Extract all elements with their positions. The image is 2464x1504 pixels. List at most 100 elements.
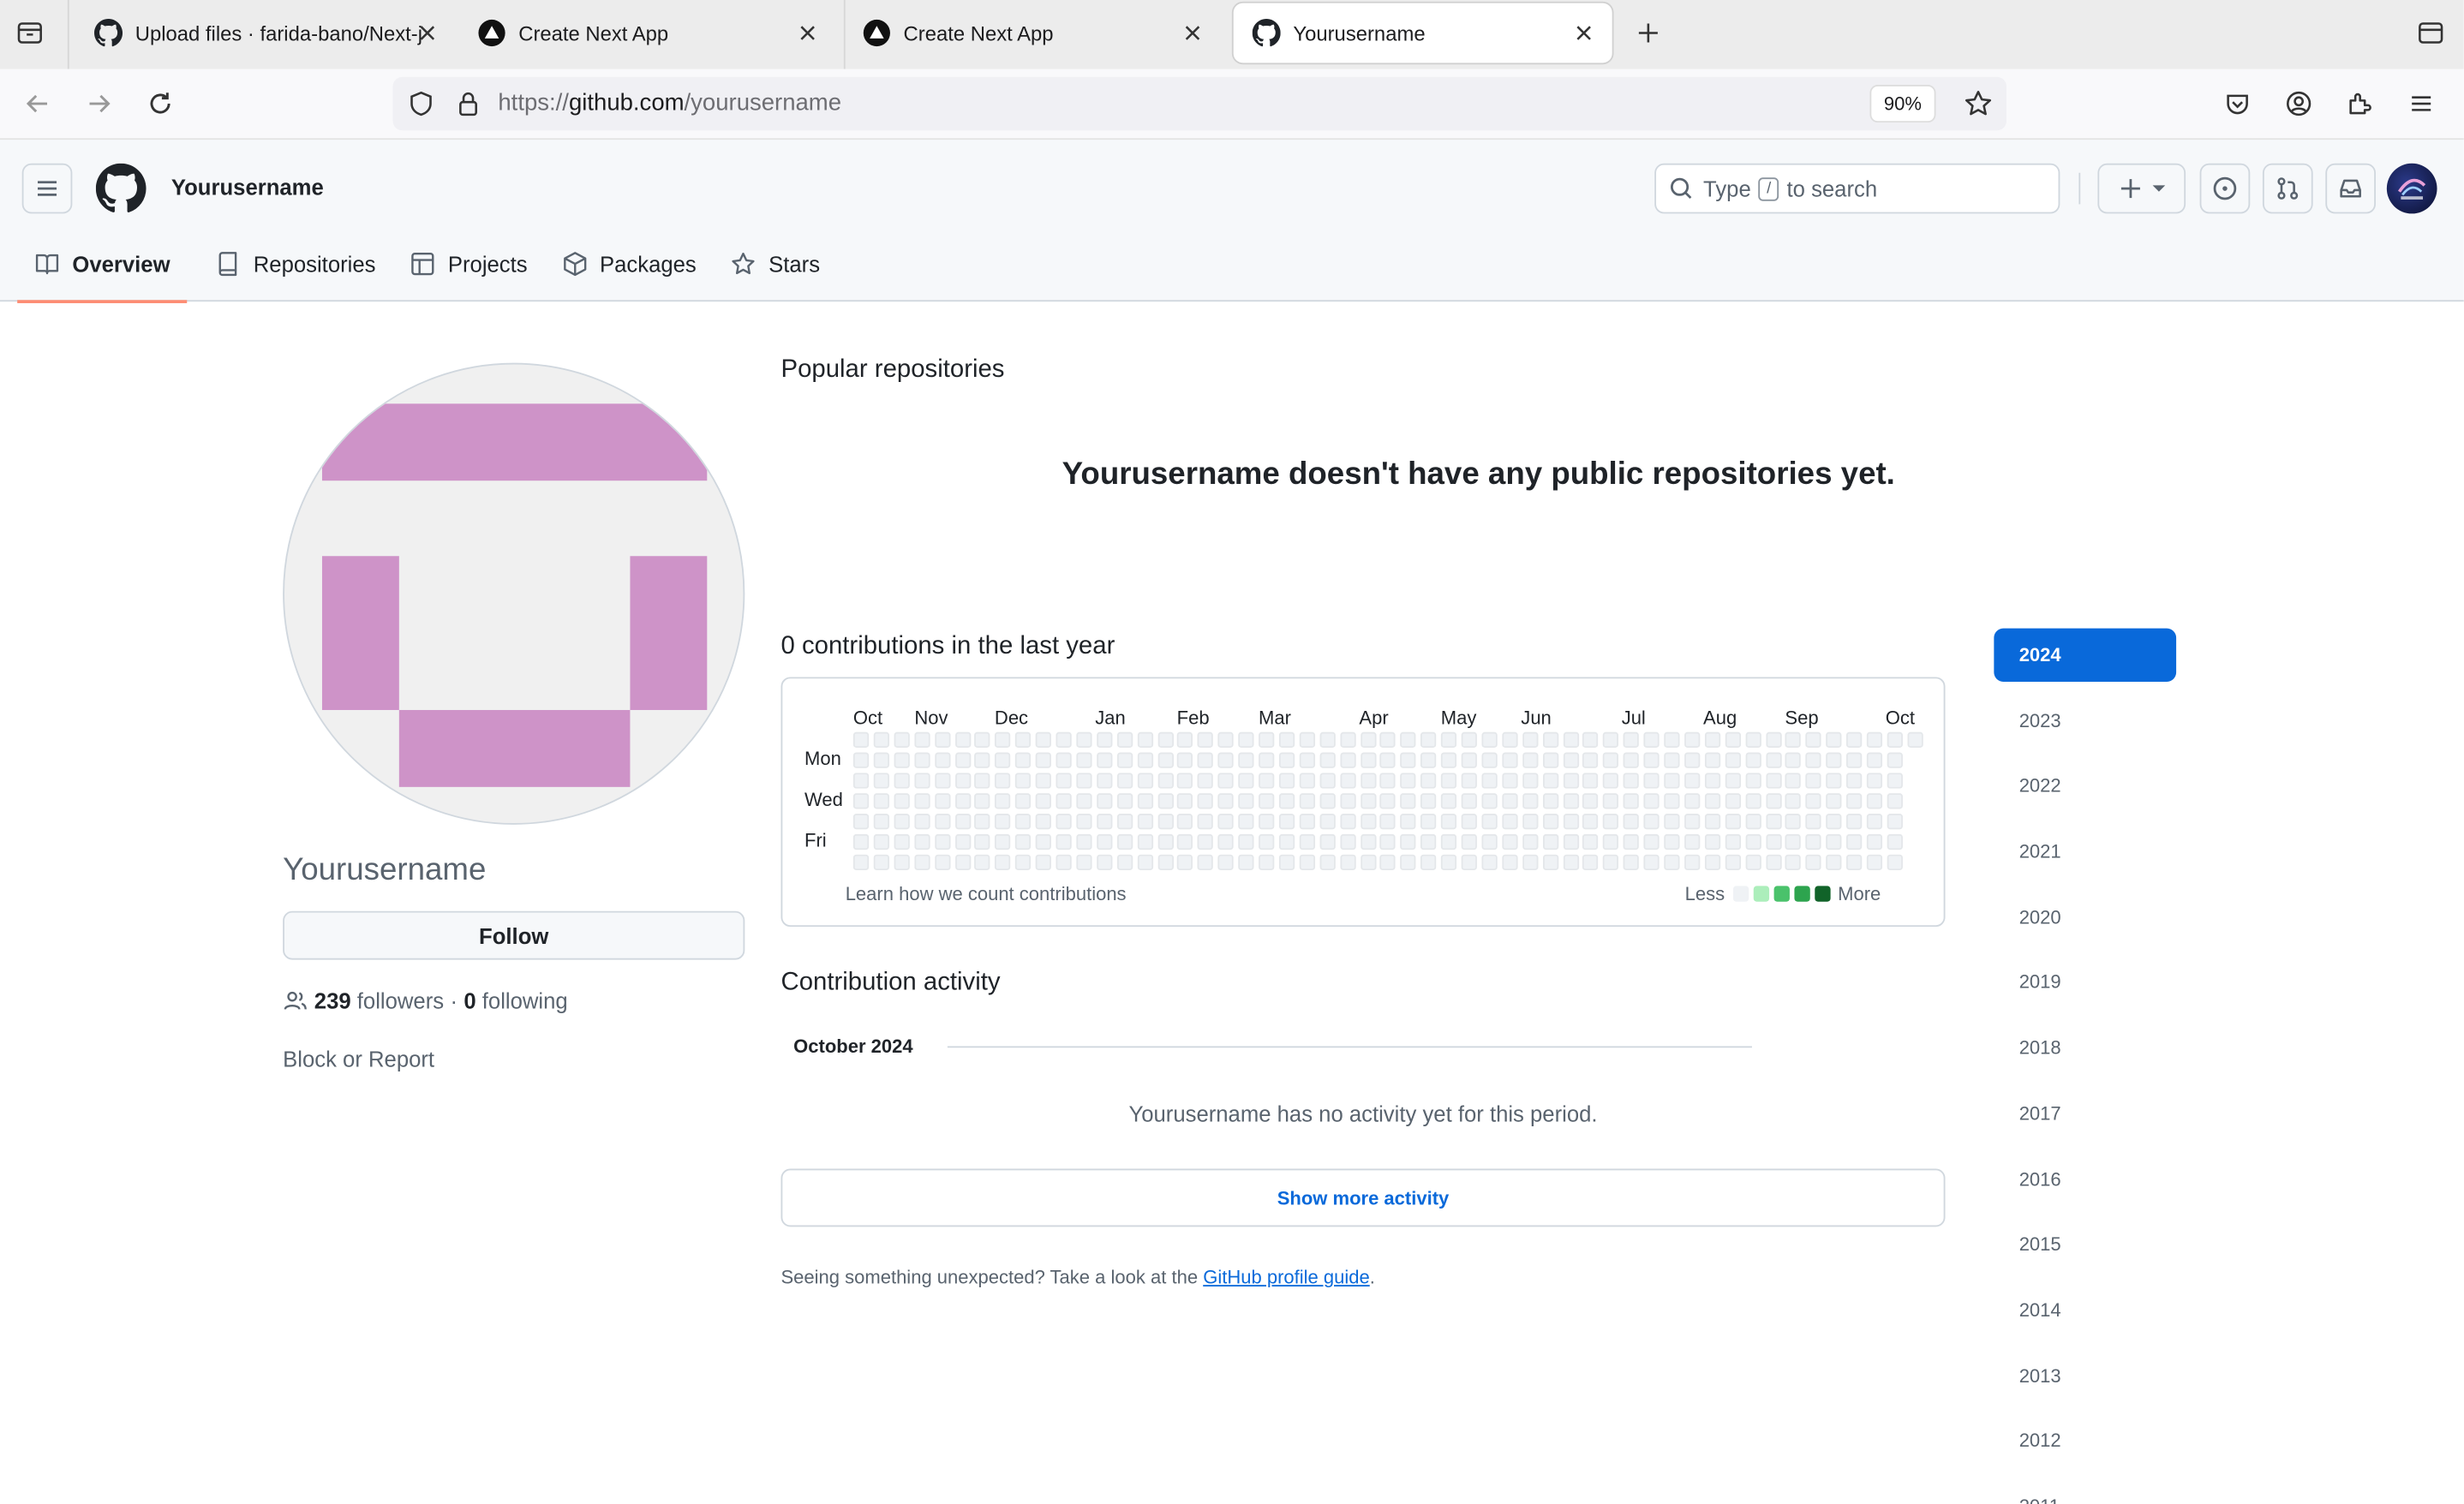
contribution-day-cell[interactable] (1319, 793, 1336, 809)
contribution-day-cell[interactable] (1157, 773, 1174, 789)
contribution-day-cell[interactable] (1684, 731, 1701, 748)
contribution-day-cell[interactable] (913, 833, 930, 850)
contribution-day-cell[interactable] (954, 731, 971, 748)
contribution-day-cell[interactable] (995, 833, 1011, 850)
contribution-day-cell[interactable] (1440, 833, 1457, 850)
contribution-day-cell[interactable] (1785, 731, 1802, 748)
contribution-day-cell[interactable] (1744, 731, 1761, 748)
contribution-day-cell[interactable] (1765, 731, 1781, 748)
tab-list-icon[interactable] (13, 15, 47, 50)
contribution-day-cell[interactable] (1887, 773, 1903, 789)
contribution-day-cell[interactable] (1420, 854, 1437, 871)
contribution-day-cell[interactable] (934, 833, 950, 850)
contribution-day-cell[interactable] (1096, 854, 1113, 871)
contribution-day-cell[interactable] (1035, 814, 1052, 830)
block-or-report-link[interactable]: Block or Report (283, 1046, 434, 1071)
contribution-day-cell[interactable] (1319, 731, 1336, 748)
year-link-2023[interactable]: 2023 (1994, 694, 2176, 747)
contribution-day-cell[interactable] (1379, 814, 1396, 830)
browser-tab-create-next-app[interactable]: Create Next App (459, 3, 836, 63)
contribution-day-cell[interactable] (1137, 773, 1153, 789)
contribution-day-cell[interactable] (1582, 752, 1599, 768)
tab-projects[interactable]: Projects (393, 226, 545, 301)
contribution-day-cell[interactable] (1542, 773, 1558, 789)
profile-guide-link[interactable]: GitHub profile guide (1203, 1266, 1370, 1288)
contribution-day-cell[interactable] (1056, 773, 1072, 789)
contribution-day-cell[interactable] (1887, 793, 1903, 809)
contribution-day-cell[interactable] (1501, 773, 1518, 789)
contribution-day-cell[interactable] (1259, 854, 1275, 871)
contribution-day-cell[interactable] (1420, 793, 1437, 809)
contribution-day-cell[interactable] (1076, 731, 1092, 748)
contribution-day-cell[interactable] (1603, 814, 1619, 830)
contribution-day-cell[interactable] (1725, 731, 1741, 748)
contribution-day-cell[interactable] (1684, 854, 1701, 871)
contribution-day-cell[interactable] (1420, 814, 1437, 830)
contribution-day-cell[interactable] (934, 793, 950, 809)
user-avatar[interactable] (2386, 163, 2437, 214)
contribution-day-cell[interactable] (954, 793, 971, 809)
lock-icon[interactable] (456, 90, 481, 118)
contribution-day-cell[interactable] (1785, 814, 1802, 830)
contribution-day-cell[interactable] (1887, 814, 1903, 830)
contribution-day-cell[interactable] (1177, 773, 1193, 789)
contribution-day-cell[interactable] (995, 773, 1011, 789)
contribution-day-cell[interactable] (1522, 752, 1538, 768)
contribution-day-cell[interactable] (1259, 773, 1275, 789)
contribution-day-cell[interactable] (1217, 833, 1235, 850)
contribution-day-cell[interactable] (1379, 731, 1396, 748)
contribution-day-cell[interactable] (1725, 833, 1741, 850)
search-input[interactable]: Type / to search (1654, 163, 2060, 214)
contribution-day-cell[interactable] (1785, 833, 1802, 850)
contribution-day-cell[interactable] (1096, 773, 1113, 789)
contribution-day-cell[interactable] (1866, 773, 1883, 789)
contribution-day-cell[interactable] (1400, 854, 1416, 871)
contribution-day-cell[interactable] (894, 752, 910, 768)
contribution-day-cell[interactable] (913, 793, 930, 809)
sidebar-toggle-icon[interactable] (2413, 15, 2448, 50)
contribution-day-cell[interactable] (1299, 833, 1315, 850)
contribution-day-cell[interactable] (1623, 752, 1640, 768)
contribution-day-cell[interactable] (1278, 752, 1295, 768)
contribution-day-cell[interactable] (1096, 814, 1113, 830)
contribution-day-cell[interactable] (1076, 793, 1092, 809)
contribution-day-cell[interactable] (873, 752, 889, 768)
contribution-day-cell[interactable] (1805, 814, 1822, 830)
contribution-day-cell[interactable] (954, 814, 971, 830)
contribution-day-cell[interactable] (1137, 814, 1153, 830)
contribution-day-cell[interactable] (1501, 854, 1518, 871)
zoom-level-badge[interactable]: 90% (1871, 86, 1935, 122)
contribution-day-cell[interactable] (1582, 833, 1599, 850)
contribution-day-cell[interactable] (894, 773, 910, 789)
forward-arrow-icon[interactable] (81, 87, 116, 121)
contribution-day-cell[interactable] (1866, 752, 1883, 768)
github-logo-icon[interactable] (95, 163, 147, 214)
contribution-day-cell[interactable] (1744, 814, 1761, 830)
contribution-day-cell[interactable] (1137, 731, 1153, 748)
account-icon[interactable] (2282, 87, 2316, 121)
contribution-day-cell[interactable] (1076, 814, 1092, 830)
contribution-day-cell[interactable] (1684, 752, 1701, 768)
contribution-day-cell[interactable] (1198, 854, 1214, 871)
contribution-day-cell[interactable] (1056, 814, 1072, 830)
contribution-day-cell[interactable] (1522, 814, 1538, 830)
contribution-day-cell[interactable] (1238, 731, 1254, 748)
contribution-day-cell[interactable] (1360, 793, 1376, 809)
tab-repositories[interactable]: Repositories (188, 226, 393, 301)
contribution-day-cell[interactable] (1826, 793, 1842, 809)
contribution-day-cell[interactable] (1643, 752, 1660, 768)
contribution-day-cell[interactable] (995, 793, 1011, 809)
year-link-2024[interactable]: 2024 (1994, 628, 2177, 682)
contribution-day-cell[interactable] (1217, 814, 1235, 830)
contribution-day-cell[interactable] (1744, 854, 1761, 871)
contribution-day-cell[interactable] (1481, 752, 1498, 768)
contribution-day-cell[interactable] (1400, 814, 1416, 830)
contribution-day-cell[interactable] (974, 814, 991, 830)
contribution-day-cell[interactable] (1785, 752, 1802, 768)
contribution-day-cell[interactable] (954, 833, 971, 850)
year-link-2022[interactable]: 2022 (1994, 760, 2176, 813)
contribution-day-cell[interactable] (1887, 752, 1903, 768)
contribution-day-cell[interactable] (1826, 731, 1842, 748)
contribution-day-cell[interactable] (852, 814, 870, 830)
close-icon[interactable] (795, 21, 820, 45)
